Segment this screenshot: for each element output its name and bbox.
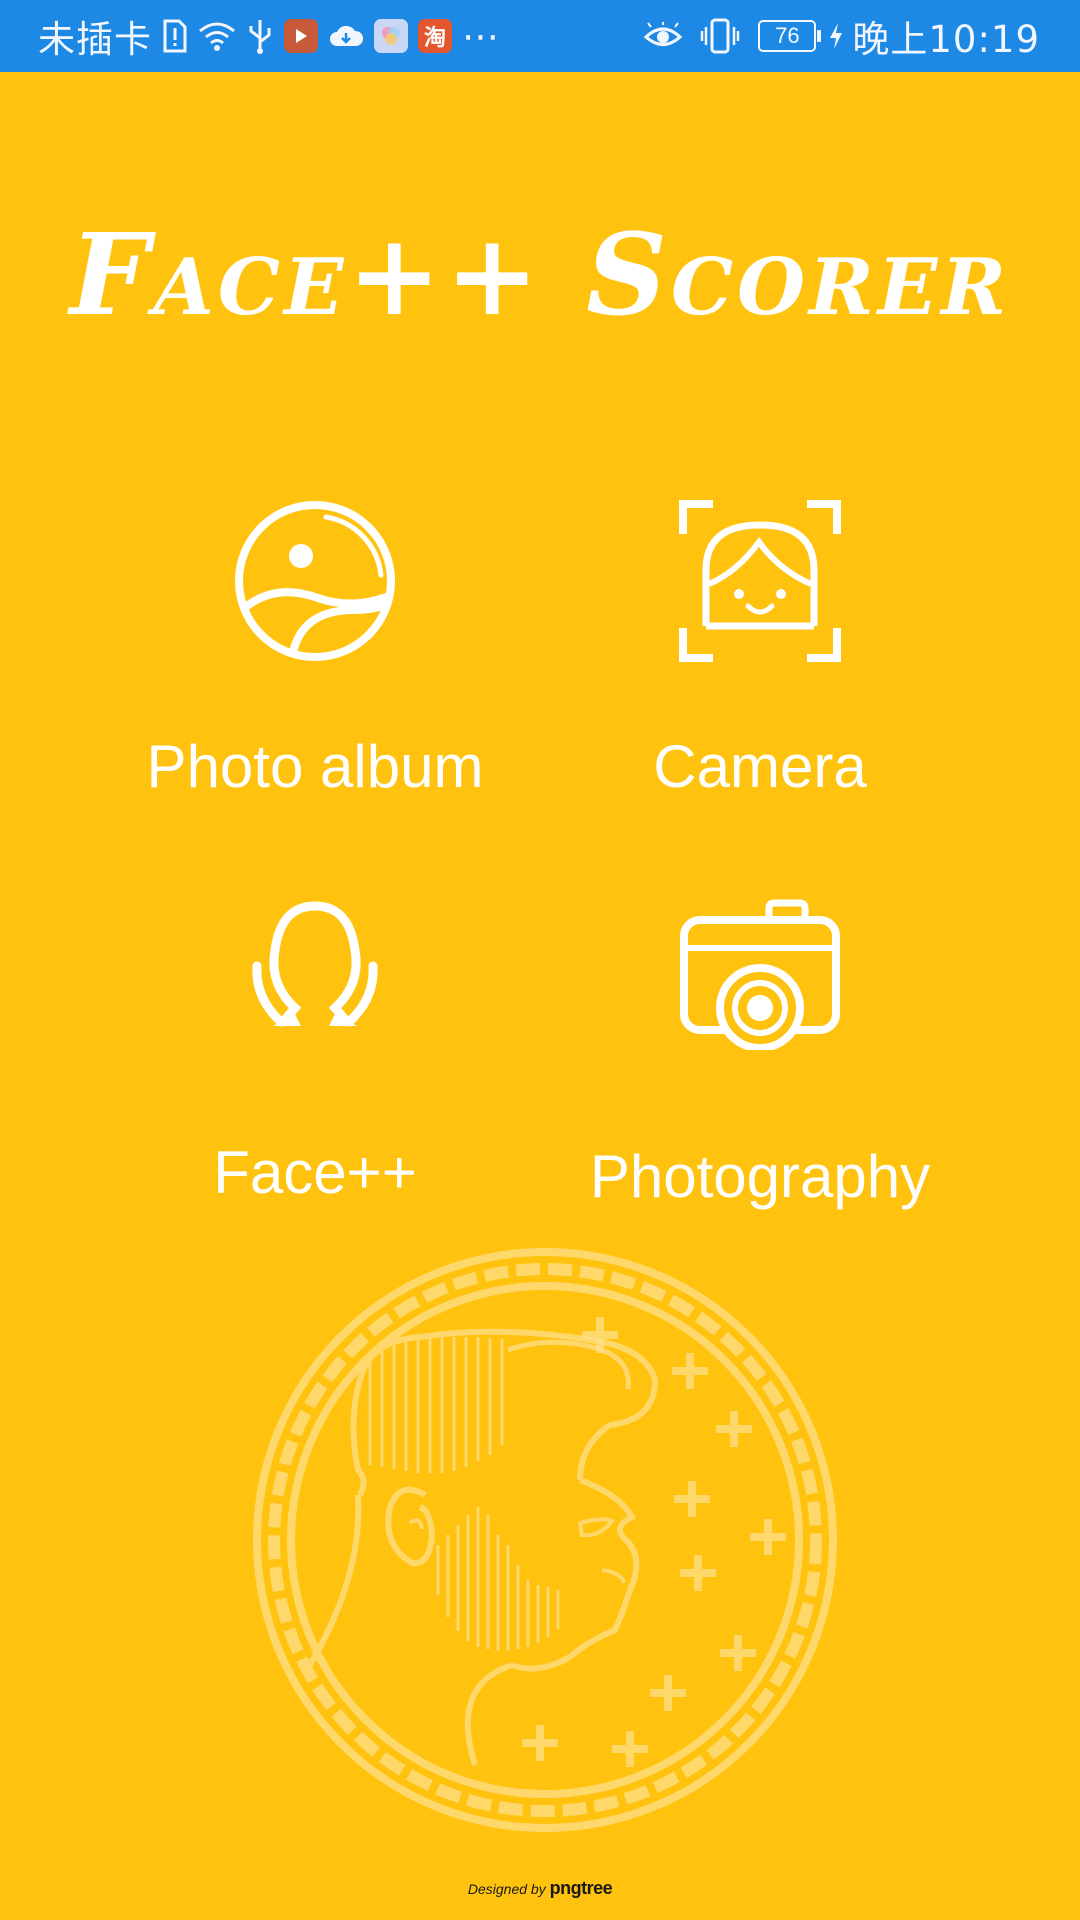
status-bar-left: 未插卡 淘 ⋯ [38,0,500,72]
usb-icon [246,18,274,54]
photography-button[interactable]: Photography [540,898,980,1212]
face-outline-icon [252,901,378,1027]
photo-album-label: Photo album [146,733,484,800]
app-title: Face++ Scorer [69,210,1011,341]
eye-comfort-icon [644,22,683,50]
sim-alert-icon [162,19,188,53]
photo-album-icon [235,501,395,661]
charging-icon [828,22,844,50]
vibrate-icon [700,18,740,54]
battery-icon: 76 [758,20,822,52]
camera-button[interactable]: Camera [540,500,980,802]
facepp-button[interactable]: Face++ [95,898,535,1208]
status-bar: 未插卡 淘 ⋯ 76 晚上10:19 [0,0,1080,72]
face-scan-icon [679,500,841,662]
wifi-icon [198,20,236,52]
camera-icon [680,899,840,1050]
facepp-label: Face++ [213,1139,417,1206]
designed-by-credit: Designed by pngtree [0,1878,1080,1899]
photography-label: Photography [589,1143,931,1210]
pngtree-brand-text: pngtree [549,1878,613,1898]
more-notifications-icon: ⋯ [462,14,500,58]
carrier-text: 未插卡 [38,18,152,61]
designed-by-label: Designed by [467,1881,546,1897]
battery-level: 76 [775,23,800,48]
status-bar-right: 76 晚上10:19 [634,0,1040,72]
clock-text: 晚上10:19 [852,18,1040,61]
photo-album-button[interactable]: Photo album [95,500,535,802]
taobao-app-icon: 淘 [418,19,452,53]
camera-label: Camera [653,733,867,800]
taobao-badge-text: 淘 [423,25,446,50]
video-app-icon [284,19,318,53]
cloud-icon [328,22,364,50]
face-coin-watermark-icon [253,1248,837,1832]
gallery-app-icon [374,19,408,53]
